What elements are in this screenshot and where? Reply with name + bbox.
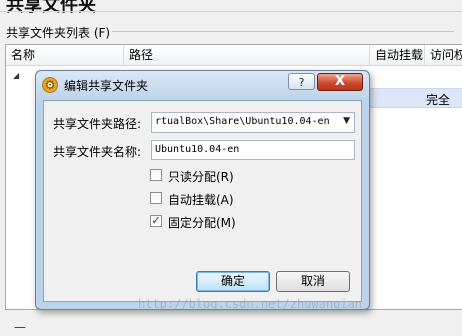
column-header-path[interactable]: 路径 <box>124 45 370 65</box>
dialog-title: 编辑共享文件夹 <box>64 79 149 93</box>
watermark: http://blog.csdn.net/zhuwanqian <box>138 297 362 311</box>
readonly-checkbox[interactable] <box>150 169 162 181</box>
group-divider <box>112 31 454 32</box>
column-header-automount[interactable]: 自动挂载 <box>370 45 425 65</box>
permanent-checkbox-label[interactable]: 固定分配(M) <box>168 214 236 231</box>
table-header: 名称 路径 自动挂载 访问权 <box>6 45 462 66</box>
checkmark-icon: ✓ <box>151 214 161 227</box>
chevron-down-icon[interactable]: ▼ <box>343 116 350 126</box>
ok-button[interactable]: 确定 <box>196 271 270 292</box>
shared-folder-list-label: 共享文件夹列表 (F) <box>6 26 111 40</box>
folder-path-value: rtualBox\Share\Ubuntu10.04-en <box>155 116 330 127</box>
automount-checkbox-label[interactable]: 自动挂载(A) <box>168 191 234 208</box>
permanent-checkbox[interactable]: ✓ <box>150 215 162 227</box>
dialog-titlebar[interactable]: ⚙ 编辑共享文件夹 ? X <box>36 71 369 99</box>
automount-checkbox[interactable] <box>150 192 162 204</box>
edit-shared-folder-dialog: ⚙ 编辑共享文件夹 ? X 共享文件夹路径: rtualBox\Share\Ub… <box>35 70 370 310</box>
folder-path-label: 共享文件夹路径: <box>53 117 142 131</box>
cancel-button[interactable]: 取消 <box>276 271 350 292</box>
help-button[interactable]: ? <box>288 73 315 90</box>
column-header-name[interactable]: 名称 <box>6 45 124 65</box>
dialog-body: 共享文件夹路径: rtualBox\Share\Ubuntu10.04-en ▼… <box>43 100 362 302</box>
close-button[interactable]: X <box>317 73 363 91</box>
gear-icon: ⚙ <box>42 77 58 93</box>
folder-name-input[interactable]: Ubuntu10.04-en <box>151 140 355 160</box>
folder-name-label: 共享文件夹名称: <box>53 145 142 159</box>
page-title: 共享文件夹 <box>6 0 96 16</box>
folder-path-combobox[interactable]: rtualBox\Share\Ubuntu10.04-en ▼ <box>151 112 355 133</box>
title-divider <box>0 11 462 12</box>
table-cell-access: 完全 <box>426 93 451 107</box>
bottom-text: 一 <box>14 321 27 335</box>
collapse-triangle-icon[interactable]: ◢ <box>13 71 19 80</box>
readonly-checkbox-label[interactable]: 只读分配(R) <box>168 168 234 185</box>
column-header-access[interactable]: 访问权 <box>425 45 462 65</box>
